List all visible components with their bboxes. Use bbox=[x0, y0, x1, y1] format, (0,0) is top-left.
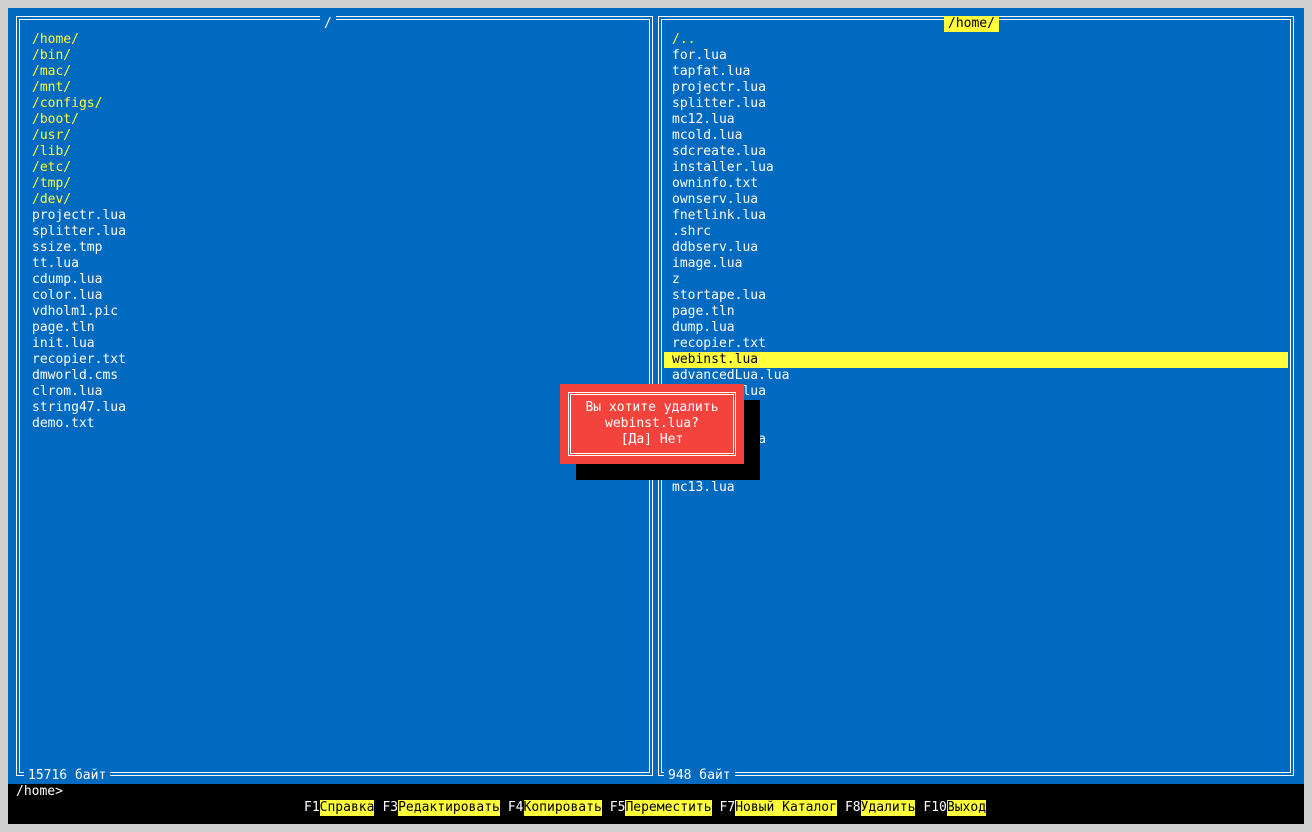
directory-item[interactable]: /configs/ bbox=[24, 96, 644, 112]
directory-item[interactable]: /boot/ bbox=[24, 112, 644, 128]
fkey-f7[interactable]: F7 Новый Каталог bbox=[720, 800, 837, 816]
fkey-number: F8 bbox=[844, 800, 861, 815]
fkey-number: F7 bbox=[719, 800, 736, 815]
file-item[interactable]: splitter.lua bbox=[664, 96, 1288, 112]
fkey-label: Новый Каталог bbox=[735, 800, 837, 816]
file-item[interactable]: projectr.lua bbox=[664, 80, 1288, 96]
file-item[interactable]: ssize.tmp bbox=[24, 240, 644, 256]
fkey-f3[interactable]: F3 Редактировать bbox=[382, 800, 500, 816]
directory-item[interactable]: /home/ bbox=[24, 32, 644, 48]
fkey-number: F10 bbox=[923, 800, 947, 815]
file-item[interactable]: projectr.lua bbox=[24, 208, 644, 224]
file-item[interactable]: recopier.txt bbox=[24, 352, 644, 368]
left-panel-size: 15716 байт bbox=[24, 768, 111, 784]
file-item[interactable]: splitter.lua bbox=[24, 224, 644, 240]
dialog-filename: webinst.lua? bbox=[605, 416, 699, 431]
fkey-f5[interactable]: F5 Переместить bbox=[610, 800, 712, 816]
file-item[interactable]: mc13.lua bbox=[664, 480, 1288, 496]
file-item[interactable]: dmworld.cms bbox=[24, 368, 644, 384]
file-item[interactable]: ddbserv.lua bbox=[664, 240, 1288, 256]
fkey-label: Копировать bbox=[523, 800, 602, 816]
file-item[interactable]: stortape.lua bbox=[664, 288, 1288, 304]
directory-item[interactable]: /dev/ bbox=[24, 192, 644, 208]
file-item[interactable]: owninfo.txt bbox=[664, 176, 1288, 192]
directory-item[interactable]: /tmp/ bbox=[24, 176, 644, 192]
no-button[interactable]: Нет bbox=[660, 432, 683, 447]
file-item[interactable]: advancedLua.lua bbox=[664, 368, 1288, 384]
file-item[interactable]: string47.lua bbox=[24, 400, 644, 416]
file-item[interactable]: page.tln bbox=[24, 320, 644, 336]
file-item[interactable]: fnetlink.lua bbox=[664, 208, 1288, 224]
file-item[interactable]: cdump.lua bbox=[24, 272, 644, 288]
file-item[interactable]: for.lua bbox=[664, 48, 1288, 64]
file-item[interactable]: mc12.lua bbox=[664, 112, 1288, 128]
fkey-label: Удалить bbox=[860, 800, 916, 816]
left-file-list[interactable]: /home//bin//mac//mnt//configs//boot//usr… bbox=[24, 32, 644, 432]
fkey-f4[interactable]: F4 Копировать bbox=[508, 800, 602, 816]
delete-confirm-dialog: Вы хотите удалить webinst.lua? [Да] Нет bbox=[560, 384, 744, 464]
file-item[interactable]: .shrc bbox=[664, 224, 1288, 240]
file-item[interactable]: sdcreate.lua bbox=[664, 144, 1288, 160]
directory-item[interactable]: /mac/ bbox=[24, 64, 644, 80]
file-item[interactable]: tt.lua bbox=[24, 256, 644, 272]
fkey-f8[interactable]: F8 Удалить bbox=[844, 800, 916, 816]
file-item[interactable]: page.tln bbox=[664, 304, 1288, 320]
dialog-question: Вы хотите удалить bbox=[585, 400, 719, 415]
fkey-label: Справка bbox=[319, 800, 375, 816]
yes-button[interactable]: [Да] bbox=[621, 432, 652, 447]
file-item[interactable]: color.lua bbox=[24, 288, 644, 304]
file-item[interactable]: vdholm1.pic bbox=[24, 304, 644, 320]
directory-item[interactable]: /mnt/ bbox=[24, 80, 644, 96]
file-item[interactable]: installer.lua bbox=[664, 160, 1288, 176]
fkey-label: Редактировать bbox=[398, 800, 500, 816]
fkey-label: Переместить bbox=[625, 800, 712, 816]
fkey-f1[interactable]: F1 Справка bbox=[304, 800, 375, 816]
file-item[interactable]: init.lua bbox=[24, 336, 644, 352]
directory-item[interactable]: /.. bbox=[664, 32, 1288, 48]
file-item[interactable]: demo.txt bbox=[24, 416, 644, 432]
file-item[interactable]: webinst.lua bbox=[664, 352, 1288, 368]
function-key-bar: F1 Справка F3 Редактировать F4 Копировать F5 Пе… bbox=[304, 800, 994, 816]
file-item[interactable]: z bbox=[664, 272, 1288, 288]
file-item[interactable]: lua bbox=[664, 384, 1288, 400]
file-item[interactable]: ownserv.lua bbox=[664, 192, 1288, 208]
file-item[interactable]: tapfat.lua bbox=[664, 64, 1288, 80]
fkey-label: Выход bbox=[946, 800, 987, 816]
dialog-buttons: [Да] Нет bbox=[568, 432, 736, 448]
fkey-f10[interactable]: F10 Выход bbox=[923, 800, 987, 816]
fkey-number: F5 bbox=[609, 800, 626, 815]
directory-item[interactable]: /lib/ bbox=[24, 144, 644, 160]
file-item[interactable]: image.lua bbox=[664, 256, 1288, 272]
left-panel-title: / bbox=[320, 16, 336, 32]
file-item[interactable]: mcold.lua bbox=[664, 128, 1288, 144]
right-panel-title: /home/ bbox=[944, 16, 999, 32]
command-line-prompt[interactable]: /home> bbox=[16, 784, 63, 800]
directory-item[interactable]: /etc/ bbox=[24, 160, 644, 176]
file-item[interactable]: clrom.lua bbox=[24, 384, 644, 400]
directory-item[interactable]: /bin/ bbox=[24, 48, 644, 64]
directory-item[interactable]: /usr/ bbox=[24, 128, 644, 144]
file-item[interactable]: dump.lua bbox=[664, 320, 1288, 336]
right-panel-size: 948 байт bbox=[664, 768, 735, 784]
file-item[interactable]: recopier.txt bbox=[664, 336, 1288, 352]
fkey-number: F4 bbox=[507, 800, 524, 815]
fkey-number: F1 bbox=[304, 800, 320, 815]
fkey-number: F3 bbox=[382, 800, 399, 815]
